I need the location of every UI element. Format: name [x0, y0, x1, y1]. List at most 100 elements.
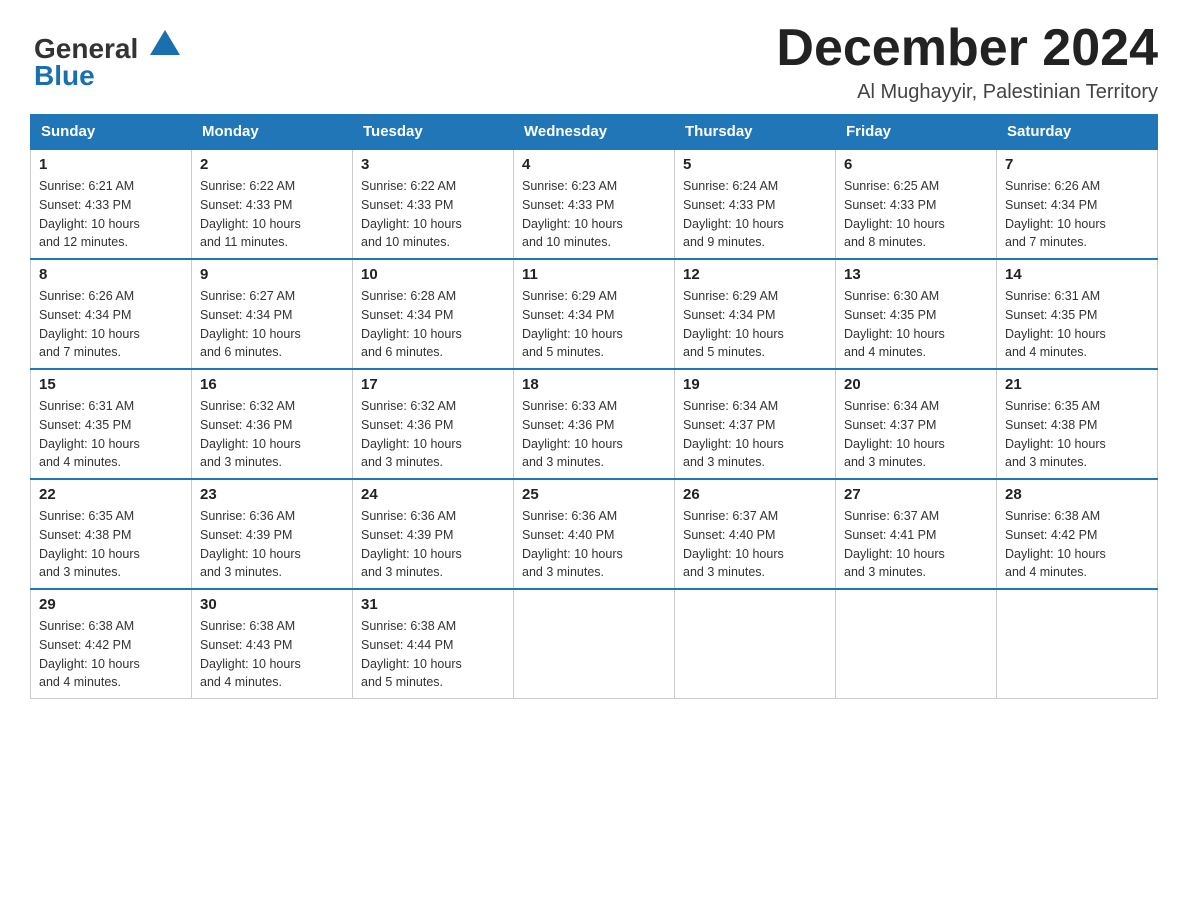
day-info: Sunrise: 6:32 AMSunset: 4:36 PMDaylight:… — [361, 397, 505, 472]
month-title: December 2024 — [776, 20, 1158, 77]
day-info: Sunrise: 6:31 AMSunset: 4:35 PMDaylight:… — [39, 397, 183, 472]
table-row: 22 Sunrise: 6:35 AMSunset: 4:38 PMDaylig… — [31, 479, 192, 589]
day-number: 7 — [1005, 156, 1149, 173]
col-wednesday: Wednesday — [514, 115, 675, 150]
day-info: Sunrise: 6:29 AMSunset: 4:34 PMDaylight:… — [522, 287, 666, 362]
table-row: 28 Sunrise: 6:38 AMSunset: 4:42 PMDaylig… — [997, 479, 1158, 589]
day-number: 19 — [683, 376, 827, 393]
calendar-table: Sunday Monday Tuesday Wednesday Thursday… — [30, 114, 1158, 699]
day-number: 15 — [39, 376, 183, 393]
col-friday: Friday — [836, 115, 997, 150]
day-number: 30 — [200, 596, 344, 613]
day-number: 12 — [683, 266, 827, 283]
day-number: 11 — [522, 266, 666, 283]
day-info: Sunrise: 6:30 AMSunset: 4:35 PMDaylight:… — [844, 287, 988, 362]
col-sunday: Sunday — [31, 115, 192, 150]
col-saturday: Saturday — [997, 115, 1158, 150]
col-monday: Monday — [192, 115, 353, 150]
day-number: 22 — [39, 486, 183, 503]
table-row: 11 Sunrise: 6:29 AMSunset: 4:34 PMDaylig… — [514, 259, 675, 369]
table-row: 4 Sunrise: 6:23 AMSunset: 4:33 PMDayligh… — [514, 149, 675, 259]
page-header: General Blue December 2024 Al Mughayyir,… — [30, 20, 1158, 104]
day-number: 14 — [1005, 266, 1149, 283]
table-row — [997, 589, 1158, 699]
table-row: 9 Sunrise: 6:27 AMSunset: 4:34 PMDayligh… — [192, 259, 353, 369]
day-info: Sunrise: 6:29 AMSunset: 4:34 PMDaylight:… — [683, 287, 827, 362]
day-info: Sunrise: 6:22 AMSunset: 4:33 PMDaylight:… — [200, 177, 344, 252]
table-row: 13 Sunrise: 6:30 AMSunset: 4:35 PMDaylig… — [836, 259, 997, 369]
day-info: Sunrise: 6:36 AMSunset: 4:39 PMDaylight:… — [361, 507, 505, 582]
day-info: Sunrise: 6:22 AMSunset: 4:33 PMDaylight:… — [361, 177, 505, 252]
day-number: 29 — [39, 596, 183, 613]
day-number: 28 — [1005, 486, 1149, 503]
day-number: 25 — [522, 486, 666, 503]
day-info: Sunrise: 6:27 AMSunset: 4:34 PMDaylight:… — [200, 287, 344, 362]
table-row: 3 Sunrise: 6:22 AMSunset: 4:33 PMDayligh… — [353, 149, 514, 259]
col-thursday: Thursday — [675, 115, 836, 150]
day-info: Sunrise: 6:23 AMSunset: 4:33 PMDaylight:… — [522, 177, 666, 252]
day-info: Sunrise: 6:21 AMSunset: 4:33 PMDaylight:… — [39, 177, 183, 252]
day-info: Sunrise: 6:32 AMSunset: 4:36 PMDaylight:… — [200, 397, 344, 472]
day-number: 20 — [844, 376, 988, 393]
calendar-week-row: 15 Sunrise: 6:31 AMSunset: 4:35 PMDaylig… — [31, 369, 1158, 479]
day-info: Sunrise: 6:34 AMSunset: 4:37 PMDaylight:… — [683, 397, 827, 472]
calendar-week-row: 22 Sunrise: 6:35 AMSunset: 4:38 PMDaylig… — [31, 479, 1158, 589]
day-number: 1 — [39, 156, 183, 173]
table-row: 19 Sunrise: 6:34 AMSunset: 4:37 PMDaylig… — [675, 369, 836, 479]
day-number: 21 — [1005, 376, 1149, 393]
day-info: Sunrise: 6:38 AMSunset: 4:44 PMDaylight:… — [361, 617, 505, 692]
calendar-header-row: Sunday Monday Tuesday Wednesday Thursday… — [31, 115, 1158, 150]
day-info: Sunrise: 6:38 AMSunset: 4:43 PMDaylight:… — [200, 617, 344, 692]
table-row: 14 Sunrise: 6:31 AMSunset: 4:35 PMDaylig… — [997, 259, 1158, 369]
day-info: Sunrise: 6:38 AMSunset: 4:42 PMDaylight:… — [1005, 507, 1149, 582]
col-tuesday: Tuesday — [353, 115, 514, 150]
day-info: Sunrise: 6:37 AMSunset: 4:40 PMDaylight:… — [683, 507, 827, 582]
day-info: Sunrise: 6:25 AMSunset: 4:33 PMDaylight:… — [844, 177, 988, 252]
day-number: 27 — [844, 486, 988, 503]
table-row: 26 Sunrise: 6:37 AMSunset: 4:40 PMDaylig… — [675, 479, 836, 589]
table-row — [836, 589, 997, 699]
location: Al Mughayyir, Palestinian Territory — [776, 81, 1158, 104]
day-number: 17 — [361, 376, 505, 393]
day-number: 2 — [200, 156, 344, 173]
table-row: 5 Sunrise: 6:24 AMSunset: 4:33 PMDayligh… — [675, 149, 836, 259]
table-row: 10 Sunrise: 6:28 AMSunset: 4:34 PMDaylig… — [353, 259, 514, 369]
table-row: 27 Sunrise: 6:37 AMSunset: 4:41 PMDaylig… — [836, 479, 997, 589]
logo-svg: General Blue — [30, 20, 180, 90]
table-row: 31 Sunrise: 6:38 AMSunset: 4:44 PMDaylig… — [353, 589, 514, 699]
day-number: 8 — [39, 266, 183, 283]
table-row: 25 Sunrise: 6:36 AMSunset: 4:40 PMDaylig… — [514, 479, 675, 589]
day-info: Sunrise: 6:33 AMSunset: 4:36 PMDaylight:… — [522, 397, 666, 472]
day-info: Sunrise: 6:35 AMSunset: 4:38 PMDaylight:… — [39, 507, 183, 582]
calendar-week-row: 1 Sunrise: 6:21 AMSunset: 4:33 PMDayligh… — [31, 149, 1158, 259]
table-row: 6 Sunrise: 6:25 AMSunset: 4:33 PMDayligh… — [836, 149, 997, 259]
table-row: 16 Sunrise: 6:32 AMSunset: 4:36 PMDaylig… — [192, 369, 353, 479]
day-number: 18 — [522, 376, 666, 393]
day-info: Sunrise: 6:36 AMSunset: 4:40 PMDaylight:… — [522, 507, 666, 582]
day-info: Sunrise: 6:24 AMSunset: 4:33 PMDaylight:… — [683, 177, 827, 252]
table-row: 1 Sunrise: 6:21 AMSunset: 4:33 PMDayligh… — [31, 149, 192, 259]
day-number: 10 — [361, 266, 505, 283]
table-row: 20 Sunrise: 6:34 AMSunset: 4:37 PMDaylig… — [836, 369, 997, 479]
table-row: 17 Sunrise: 6:32 AMSunset: 4:36 PMDaylig… — [353, 369, 514, 479]
table-row: 18 Sunrise: 6:33 AMSunset: 4:36 PMDaylig… — [514, 369, 675, 479]
day-info: Sunrise: 6:35 AMSunset: 4:38 PMDaylight:… — [1005, 397, 1149, 472]
day-number: 9 — [200, 266, 344, 283]
day-number: 3 — [361, 156, 505, 173]
day-info: Sunrise: 6:26 AMSunset: 4:34 PMDaylight:… — [39, 287, 183, 362]
day-number: 6 — [844, 156, 988, 173]
day-number: 31 — [361, 596, 505, 613]
table-row: 2 Sunrise: 6:22 AMSunset: 4:33 PMDayligh… — [192, 149, 353, 259]
day-number: 4 — [522, 156, 666, 173]
table-row — [514, 589, 675, 699]
table-row: 29 Sunrise: 6:38 AMSunset: 4:42 PMDaylig… — [31, 589, 192, 699]
svg-text:Blue: Blue — [34, 60, 95, 90]
table-row: 24 Sunrise: 6:36 AMSunset: 4:39 PMDaylig… — [353, 479, 514, 589]
day-info: Sunrise: 6:34 AMSunset: 4:37 PMDaylight:… — [844, 397, 988, 472]
day-info: Sunrise: 6:28 AMSunset: 4:34 PMDaylight:… — [361, 287, 505, 362]
day-info: Sunrise: 6:36 AMSunset: 4:39 PMDaylight:… — [200, 507, 344, 582]
calendar-week-row: 8 Sunrise: 6:26 AMSunset: 4:34 PMDayligh… — [31, 259, 1158, 369]
title-section: December 2024 Al Mughayyir, Palestinian … — [776, 20, 1158, 104]
calendar-week-row: 29 Sunrise: 6:38 AMSunset: 4:42 PMDaylig… — [31, 589, 1158, 699]
table-row: 7 Sunrise: 6:26 AMSunset: 4:34 PMDayligh… — [997, 149, 1158, 259]
